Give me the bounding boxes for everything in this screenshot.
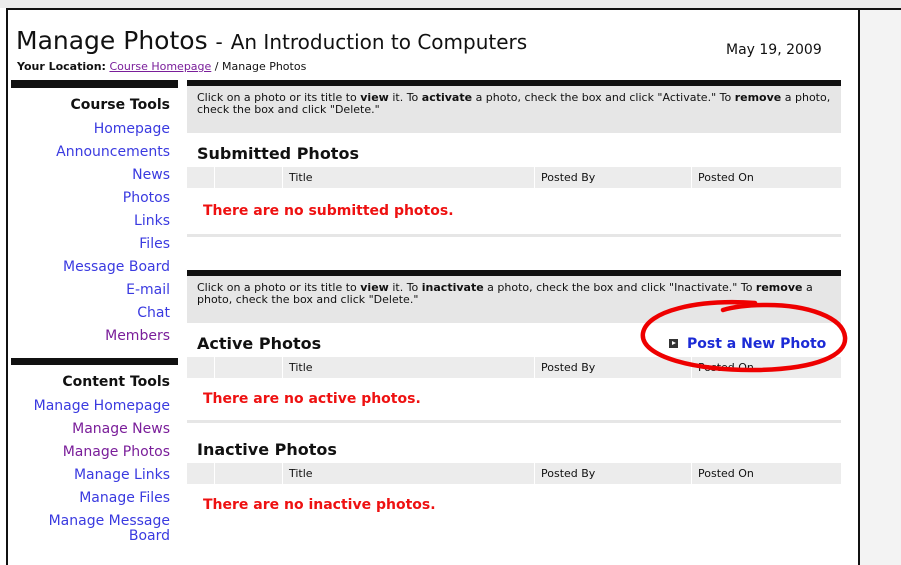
page-title-separator: - <box>215 30 223 54</box>
column-header-posted-on[interactable]: Posted On <box>692 357 841 378</box>
column-header-title[interactable]: Title <box>283 167 535 188</box>
column-header-posted-by[interactable]: Posted By <box>535 463 692 484</box>
breadcrumb-label: Your Location: <box>17 60 106 73</box>
sidebar-item-manage-photos[interactable]: Manage Photos <box>8 441 178 464</box>
main-content: Click on a photo or its title to view it… <box>187 80 841 526</box>
sidebar-item-manage-news[interactable]: Manage News <box>8 418 178 441</box>
submitted-table-header: Title Posted By Posted On <box>187 167 841 188</box>
instr-text: it. To <box>388 91 422 104</box>
instr-bold: remove <box>734 91 782 104</box>
submitted-photos-title: Submitted Photos <box>197 144 359 163</box>
post-new-photo-label[interactable]: Post a New Photo <box>687 336 826 352</box>
sidebar-item-members[interactable]: Members <box>8 325 178 348</box>
column-header-posted-by[interactable]: Posted By <box>535 357 692 378</box>
column-header-title[interactable]: Title <box>283 463 535 484</box>
submitted-instructions: Click on a photo or its title to view it… <box>187 86 841 133</box>
breadcrumb-separator: / <box>214 60 219 73</box>
sidebar-item-homepage[interactable]: Homepage <box>8 118 178 141</box>
sidebar-divider-wrap <box>8 348 178 365</box>
sidebar-top-bar <box>11 80 178 88</box>
sidebar-item-chat[interactable]: Chat <box>8 302 178 325</box>
post-new-photo-link[interactable]: Post a New Photo <box>669 331 826 357</box>
column-header-posted-on[interactable]: Posted On <box>692 463 841 484</box>
active-instructions: Click on a photo or its title to view it… <box>187 276 841 323</box>
window-top-strip <box>0 0 901 8</box>
column-header-select <box>187 463 215 484</box>
sidebar: Course Tools Homepage Announcements News… <box>8 80 178 544</box>
column-header-select <box>187 357 215 378</box>
instr-bold: remove <box>755 281 803 294</box>
page-title-text: Manage Photos <box>16 26 208 55</box>
column-header-thumbnail <box>215 167 283 188</box>
instr-text: a photo, check the box and click "Activa… <box>472 91 735 104</box>
column-header-title[interactable]: Title <box>283 357 535 378</box>
instr-text: a photo, check the box and click "Inacti… <box>483 281 756 294</box>
active-separator <box>187 420 841 423</box>
breadcrumb-current: Manage Photos <box>222 60 307 73</box>
inactive-table-header: Title Posted By Posted On <box>187 463 841 484</box>
sidebar-item-files[interactable]: Files <box>8 233 178 256</box>
column-header-posted-on[interactable]: Posted On <box>692 167 841 188</box>
column-header-posted-by[interactable]: Posted By <box>535 167 692 188</box>
active-photos-title-row: Active Photos Post a New Photo <box>187 331 841 357</box>
inactive-empty-message: There are no inactive photos. <box>203 497 436 513</box>
course-name: An Introduction to Computers <box>230 30 528 54</box>
active-photos-title: Active Photos <box>197 334 322 353</box>
sidebar-item-announcements[interactable]: Announcements <box>8 141 178 164</box>
active-empty-message: There are no active photos. <box>203 391 421 407</box>
sidebar-item-manage-homepage[interactable]: Manage Homepage <box>8 395 178 418</box>
page-date: May 19, 2009 <box>726 42 822 58</box>
arrow-bullet-icon <box>669 339 678 348</box>
sidebar-item-manage-message-board[interactable]: Manage Message Board <box>8 510 178 544</box>
breadcrumb: Your Location: Course Homepage / Manage … <box>17 60 306 73</box>
frame-top-border <box>6 8 901 10</box>
sidebar-item-photos[interactable]: Photos <box>8 187 178 210</box>
submitted-empty-message: There are no submitted photos. <box>203 203 454 219</box>
sidebar-divider <box>11 358 178 365</box>
content-tools-heading: Content Tools <box>62 374 170 390</box>
breadcrumb-link-course-homepage[interactable]: Course Homepage <box>109 60 211 73</box>
column-header-select <box>187 167 215 188</box>
instr-bold: activate <box>421 91 473 104</box>
course-tools-heading: Course Tools <box>70 97 170 113</box>
sidebar-item-manage-files[interactable]: Manage Files <box>8 487 178 510</box>
sidebar-item-email[interactable]: E-mail <box>8 279 178 302</box>
sidebar-item-links[interactable]: Links <box>8 210 178 233</box>
sidebar-item-manage-links[interactable]: Manage Links <box>8 464 178 487</box>
instr-bold: inactivate <box>421 281 484 294</box>
sidebar-item-message-board[interactable]: Message Board <box>8 256 178 279</box>
frame-right-margin <box>860 10 901 565</box>
page-title: Manage Photos - An Introduction to Compu… <box>16 26 527 55</box>
inactive-photos-title: Inactive Photos <box>197 440 337 459</box>
column-header-thumbnail <box>215 463 283 484</box>
frame-right-border <box>858 10 860 565</box>
column-header-thumbnail <box>215 357 283 378</box>
sidebar-item-news[interactable]: News <box>8 164 178 187</box>
active-table-header: Title Posted By Posted On <box>187 357 841 378</box>
